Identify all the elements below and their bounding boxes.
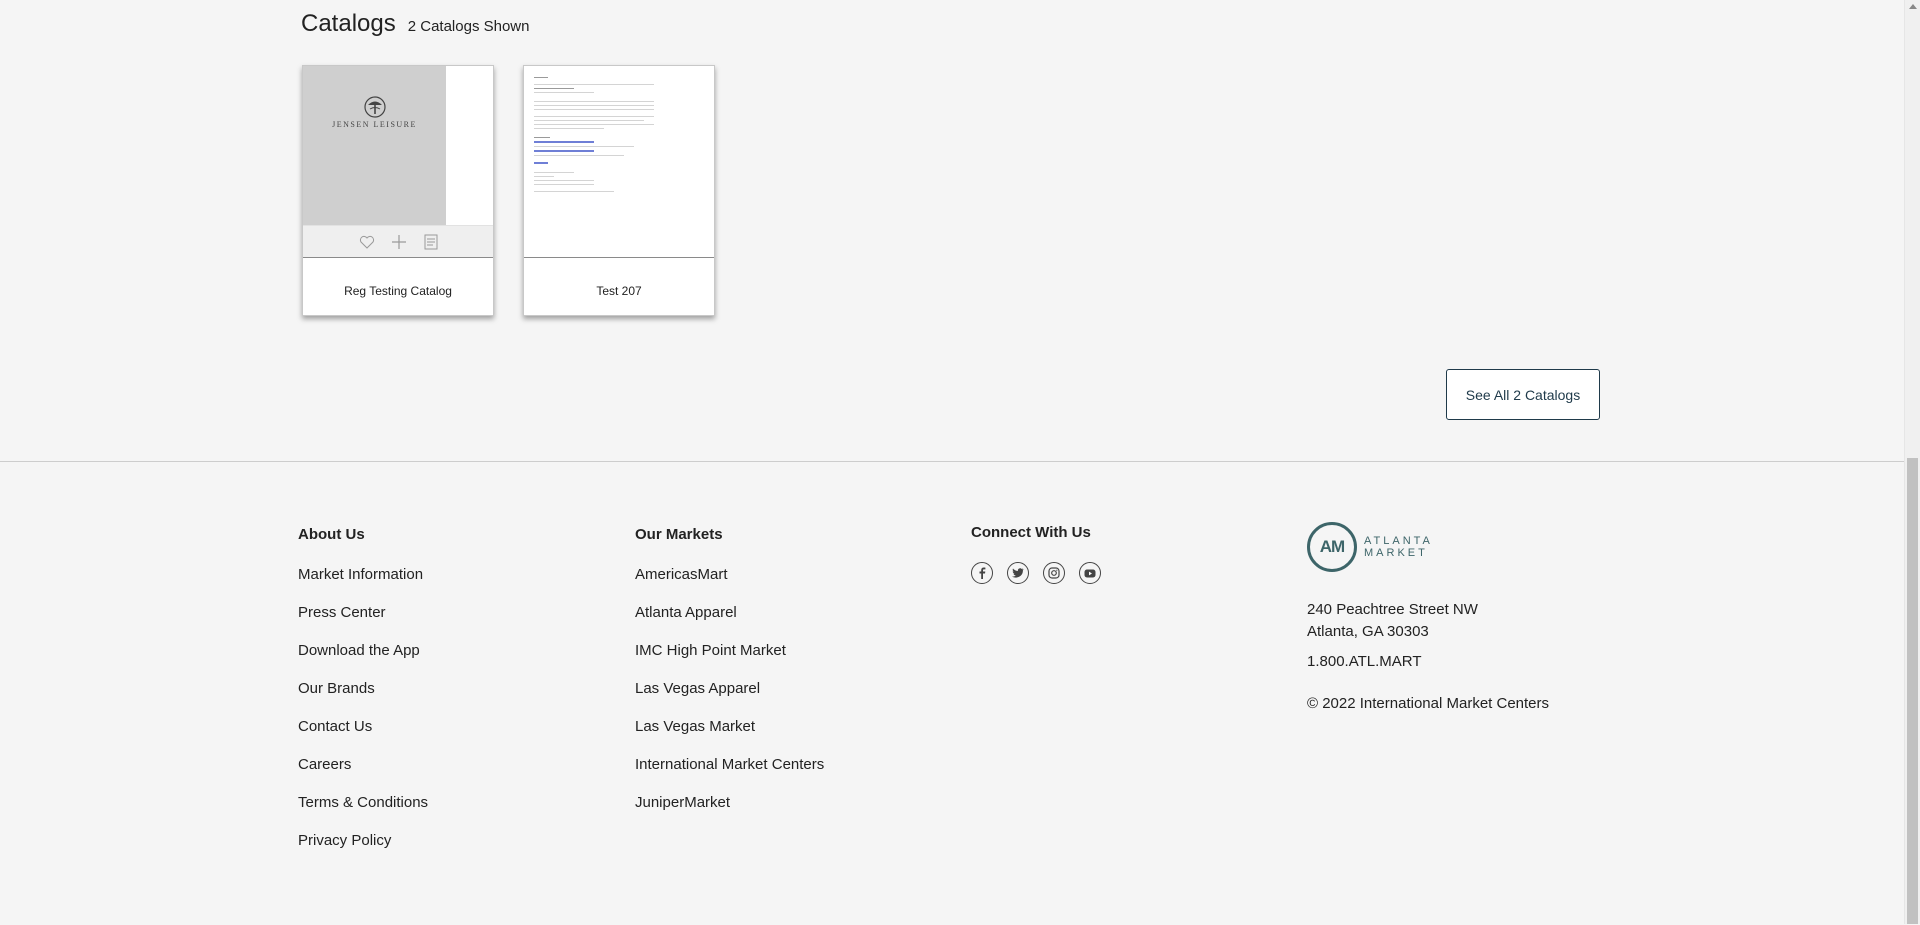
site-footer: About Us Market Information Press Center… xyxy=(0,461,1904,925)
footer-link[interactable]: Our Brands xyxy=(298,679,428,717)
footer-heading-about: About Us xyxy=(298,526,365,543)
youtube-icon[interactable] xyxy=(1079,562,1101,584)
favorite-heart-icon[interactable] xyxy=(357,232,377,252)
footer-link[interactable]: Atlanta Apparel xyxy=(635,603,824,641)
document-preview xyxy=(534,74,654,195)
see-all-catalogs-button[interactable]: See All 2 Catalogs xyxy=(1446,369,1600,420)
am-logo-line2: MARKET xyxy=(1364,547,1428,559)
footer-link[interactable]: Market Information xyxy=(298,565,428,603)
address-line2: Atlanta, GA 30303 xyxy=(1307,623,1429,640)
footer-about-column: About Us Market Information Press Center… xyxy=(298,526,428,869)
vertical-scrollbar[interactable] xyxy=(1904,0,1920,924)
footer-connect-column: Connect With Us xyxy=(971,524,1101,584)
social-links xyxy=(971,562,1101,584)
card-divider xyxy=(524,257,714,258)
facebook-icon[interactable] xyxy=(971,562,993,584)
footer-link[interactable]: International Market Centers xyxy=(635,755,824,793)
catalogs-count: 2 Catalogs Shown xyxy=(407,18,530,35)
am-logo-text: ATLANTA MARKET xyxy=(1364,535,1433,559)
footer-link[interactable]: Las Vegas Market xyxy=(635,717,824,755)
catalogs-title: Catalogs xyxy=(301,10,396,37)
atlanta-market-logo[interactable]: AM ATLANTA MARKET xyxy=(1307,522,1549,572)
footer-link[interactable]: Careers xyxy=(298,755,428,793)
card-divider xyxy=(303,257,493,258)
scrollbar-thumb[interactable] xyxy=(1907,458,1918,924)
catalog-cover: JENSEN LEISURE xyxy=(303,66,446,225)
address: 240 Peachtree Street NW Atlanta, GA 3030… xyxy=(1307,599,1549,643)
footer-markets-column: Our Markets AmericasMart Atlanta Apparel… xyxy=(635,526,824,831)
footer-link[interactable]: JuniperMarket xyxy=(635,793,824,831)
footer-heading-markets: Our Markets xyxy=(635,526,723,543)
add-plus-icon[interactable] xyxy=(389,232,409,252)
catalog-name[interactable]: Reg Testing Catalog xyxy=(303,284,493,298)
footer-link[interactable]: Contact Us xyxy=(298,717,428,755)
scroll-up-arrow-icon[interactable] xyxy=(1909,4,1917,9)
footer-link[interactable]: Las Vegas Apparel xyxy=(635,679,824,717)
twitter-icon[interactable] xyxy=(1007,562,1029,584)
catalog-name[interactable]: Test 207 xyxy=(524,284,714,298)
catalogs-header: Catalogs 2 Catalogs Shown xyxy=(301,10,529,38)
footer-link[interactable]: Download the App xyxy=(298,641,428,679)
footer-link[interactable]: Press Center xyxy=(298,603,428,641)
footer-about-links: Market Information Press Center Download… xyxy=(298,565,428,869)
footer-markets-links: AmericasMart Atlanta Apparel IMC High Po… xyxy=(635,565,824,831)
catalog-thumbnail[interactable]: JENSEN LEISURE xyxy=(303,66,493,258)
catalog-actions xyxy=(303,225,493,258)
brand-logo: JENSEN LEISURE xyxy=(303,96,446,129)
instagram-icon[interactable] xyxy=(1043,562,1065,584)
am-logo-line1: ATLANTA xyxy=(1364,535,1433,547)
footer-contact-column: AM ATLANTA MARKET 240 Peachtree Street N… xyxy=(1307,522,1549,712)
tree-icon xyxy=(363,96,386,118)
footer-link[interactable]: AmericasMart xyxy=(635,565,824,603)
brand-logo-text: JENSEN LEISURE xyxy=(332,120,417,129)
footer-link[interactable]: Terms & Conditions xyxy=(298,793,428,831)
document-icon[interactable] xyxy=(421,232,441,252)
catalog-card[interactable]: Test 207 xyxy=(523,65,715,316)
catalogs-section: Catalogs 2 Catalogs Shown JENSEN LEISURE xyxy=(0,0,1904,461)
footer-link[interactable]: Privacy Policy xyxy=(298,831,428,869)
am-logo-mark: AM xyxy=(1307,522,1357,572)
catalog-thumbnail[interactable] xyxy=(524,66,714,257)
address-line1: 240 Peachtree Street NW xyxy=(1307,601,1478,618)
footer-link[interactable]: IMC High Point Market xyxy=(635,641,824,679)
copyright: © 2022 International Market Centers xyxy=(1307,695,1550,712)
catalog-card[interactable]: JENSEN LEISURE Reg Testing Catalog xyxy=(302,65,494,316)
footer-heading-connect: Connect With Us xyxy=(971,524,1091,541)
phone-number[interactable]: 1.800.ATL.MART xyxy=(1307,653,1549,670)
